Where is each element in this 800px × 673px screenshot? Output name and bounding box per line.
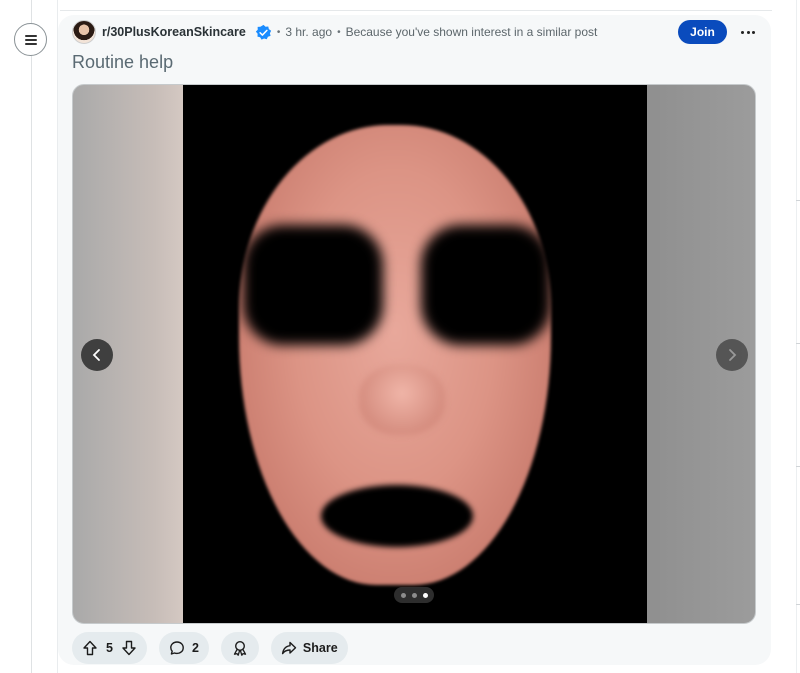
gallery-prev-button[interactable]	[81, 339, 113, 371]
post-title[interactable]: Routine help	[72, 52, 173, 73]
right-divider-tick	[796, 466, 800, 467]
gallery-pagination[interactable]	[394, 587, 434, 603]
left-divider	[31, 0, 32, 673]
share-icon	[281, 641, 297, 655]
right-divider-tick	[796, 200, 800, 201]
menu-icon	[24, 34, 37, 45]
post-meta: r/30PlusKoreanSkincare • 3 hr. ago • Bec…	[72, 19, 762, 45]
post-time: 3 hr. ago	[285, 25, 333, 39]
post-image[interactable]	[183, 85, 647, 623]
right-divider-tick	[796, 604, 800, 605]
post-actions: 5 2 Share	[72, 632, 348, 664]
award-icon	[233, 640, 247, 656]
more-options-icon	[741, 30, 745, 34]
recommendation-reason: Because you've shown interest in a simil…	[345, 25, 598, 39]
subreddit-name[interactable]: r/30PlusKoreanSkincare	[102, 25, 246, 39]
comment-count: 2	[191, 641, 199, 655]
verified-badge-icon	[255, 24, 271, 40]
share-button[interactable]: Share	[270, 632, 348, 664]
comment-icon	[170, 641, 184, 655]
upvote-icon[interactable]	[82, 640, 98, 656]
gallery-dot-active[interactable]	[422, 592, 428, 598]
image-gallery[interactable]	[72, 84, 756, 624]
top-divider	[60, 10, 772, 11]
gallery-dot[interactable]	[411, 592, 417, 598]
share-label: Share	[302, 641, 338, 655]
more-options-button[interactable]	[736, 20, 760, 44]
right-divider	[796, 0, 797, 673]
gallery-next-button[interactable]	[716, 339, 748, 371]
meta-separator: •	[276, 26, 281, 38]
gallery-dot[interactable]	[400, 592, 406, 598]
right-divider-tick	[796, 343, 800, 344]
vote-count: 5	[106, 641, 113, 655]
award-button[interactable]	[220, 632, 259, 664]
redaction-mouth	[321, 485, 473, 547]
sidebar-menu-button[interactable]	[14, 23, 47, 56]
subreddit-avatar[interactable]	[72, 20, 96, 44]
vote-group: 5	[72, 632, 147, 664]
redaction-left-eye	[243, 225, 383, 345]
comments-button[interactable]: 2	[158, 632, 209, 664]
chevron-left-icon	[92, 349, 100, 361]
downvote-icon[interactable]	[121, 640, 137, 656]
chevron-right-icon	[729, 349, 737, 361]
redaction-right-eye	[421, 225, 551, 345]
join-button[interactable]: Join	[678, 20, 727, 44]
meta-separator: •	[337, 26, 341, 38]
nose-area	[359, 365, 445, 435]
